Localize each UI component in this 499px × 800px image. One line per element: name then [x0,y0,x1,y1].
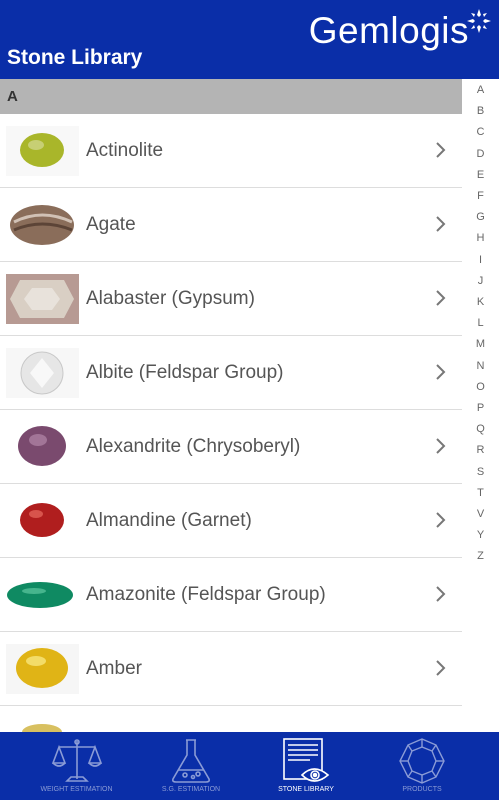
app-header: Stone Library Gemlogis [0,0,499,79]
bottom-tab-bar: WEIGHT ESTIMATION S.G. ESTIMATION STONE … [0,732,499,800]
stone-thumbnail [6,422,79,472]
alphabet-index-letter[interactable]: Z [462,550,499,562]
scale-icon [51,739,102,782]
stone-thumbnail [6,126,79,176]
chevron-right-icon [436,438,446,454]
stone-name: Alexandrite (Chrysoberyl) [86,436,301,457]
list-item[interactable]: Actinolite [0,114,462,188]
stone-name: Albite (Feldspar Group) [86,362,284,383]
stone-shape [7,582,73,608]
chevron-right-icon [436,290,446,306]
stone-name: Almandine (Garnet) [86,510,252,531]
list-item[interactable]: Almandine (Garnet) [0,484,462,558]
list-item[interactable]: Agate [0,188,462,262]
section-letter: A [7,88,18,105]
alphabet-index-letter[interactable]: O [462,381,499,393]
alphabet-index-letter[interactable]: H [462,232,499,244]
page-title: Stone Library [7,46,143,69]
list-item[interactable]: Alabaster (Gypsum) [0,262,462,336]
stone-thumbnail [6,348,79,398]
alphabet-index-letter[interactable]: Q [462,423,499,435]
stone-thumbnail [6,644,79,694]
chevron-right-icon [436,512,446,528]
list-item[interactable]: Albite (Feldspar Group) [0,336,462,410]
alphabet-index-letter[interactable]: L [462,317,499,329]
chevron-right-icon [436,216,446,232]
list-item[interactable]: Amazonite (Feldspar Group) [0,558,462,632]
tab-label: STONE LIBRARY [278,786,334,793]
stone-shape [20,133,64,167]
stone-shape [20,503,64,537]
stone-thumbnail [6,718,79,732]
stone-shape [18,426,66,466]
stone-name: Agate [86,214,136,235]
tab-label: PRODUCTS [402,786,442,793]
stone-thumbnail [6,200,79,250]
alphabet-index[interactable]: ABCDEFGHIJKLMNOPQRSTVYZ [462,79,499,732]
library-eye-icon [283,738,330,782]
alphabet-index-letter[interactable]: M [462,338,499,350]
stone-shape [16,648,68,688]
brand-logo-text: Gemlogis [308,10,469,51]
alphabet-index-letter[interactable]: E [462,169,499,181]
alphabet-index-letter[interactable]: F [462,190,499,202]
alphabet-index-letter[interactable]: P [462,402,499,414]
alphabet-index-letter[interactable]: J [462,275,499,287]
chevron-right-icon [436,586,446,602]
list-item[interactable]: Alexandrite (Chrysoberyl) [0,410,462,484]
section-header-a: A [0,79,462,114]
alphabet-index-letter[interactable]: R [462,444,499,456]
stone-name: Actinolite [86,140,164,161]
alphabet-index-letter[interactable]: D [462,148,499,160]
chevron-right-icon [436,364,446,380]
alphabet-index-letter[interactable]: N [462,360,499,372]
alphabet-index-letter[interactable]: K [462,296,499,308]
gem-icon [399,738,445,784]
stone-thumbnail [6,570,79,620]
stone-name: Amazonite (Feldspar Group) [86,584,326,605]
stone-name: Amber [86,658,142,679]
alphabet-index-letter[interactable]: I [462,254,499,266]
stone-name: Alabaster (Gypsum) [86,288,255,309]
alphabet-index-letter[interactable]: V [462,508,499,520]
tab-stone-library[interactable]: STONE LIBRARY [240,732,372,800]
alphabet-index-letter[interactable]: Y [462,529,499,541]
stone-thumbnail [6,274,79,324]
alphabet-index-letter[interactable]: G [462,211,499,223]
tab-products[interactable]: PRODUCTS [361,732,483,800]
list-item[interactable] [0,706,462,732]
alphabet-index-letter[interactable]: T [462,487,499,499]
chevron-right-icon [436,142,446,158]
alphabet-index-letter[interactable]: C [462,126,499,138]
chevron-right-icon [436,660,446,676]
stone-list[interactable]: Actinolite Agate Alabaster (Gypsum) Albi… [0,114,462,732]
alphabet-index-letter[interactable]: B [462,105,499,117]
logo-star-icon [467,9,491,33]
flask-icon [172,739,210,783]
list-item[interactable]: Amber [0,632,462,706]
alphabet-index-letter[interactable]: S [462,466,499,478]
alphabet-index-letter[interactable]: A [462,84,499,96]
stone-thumbnail [6,496,79,546]
